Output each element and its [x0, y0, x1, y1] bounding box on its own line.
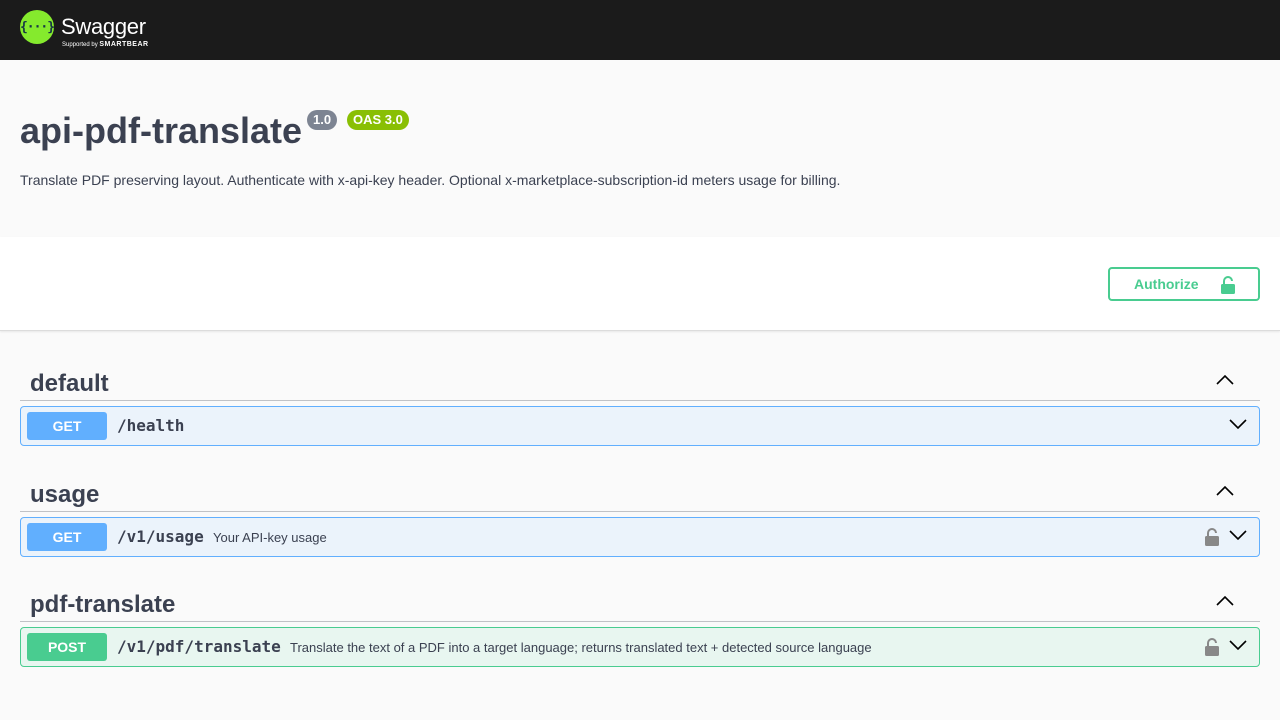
logo-sub-brand: SMARTBEAR [99, 41, 149, 48]
lock-icon[interactable] [1205, 528, 1219, 546]
tag-default[interactable]: default [20, 355, 1260, 401]
logo-title: Swagger [61, 14, 146, 39]
operation-path: /v1/pdf/translate [117, 637, 281, 656]
scheme-container: Authorize [0, 237, 1280, 331]
logo-sub-prefix: Supported by [62, 42, 100, 48]
chevron-up-icon[interactable] [1216, 486, 1234, 496]
unlocked-icon [1221, 276, 1235, 294]
tag-usage[interactable]: usage [20, 466, 1260, 512]
api-title: api-pdf-translate [20, 110, 303, 151]
operation-summary: Your API-key usage [213, 530, 327, 545]
tag-name: usage [30, 481, 100, 508]
operation-get-usage[interactable]: GET /v1/usage Your API-key usage [20, 517, 1260, 557]
version-badge: 1.0 [307, 110, 338, 130]
chevron-down-icon[interactable] [1229, 419, 1247, 429]
chevron-up-icon[interactable] [1216, 375, 1234, 385]
method-badge: POST [27, 633, 107, 661]
lock-icon[interactable] [1205, 638, 1219, 656]
api-info: api-pdf-translate 1.0 OAS 3.0 Translate … [0, 60, 1280, 237]
tag-name: pdf-translate [30, 591, 176, 618]
authorize-button[interactable]: Authorize [1108, 267, 1260, 301]
operation-summary: Translate the text of a PDF into a targe… [290, 640, 872, 655]
swagger-logo[interactable]: {···} Swagger Supported by SMARTBEAR [20, 10, 171, 50]
logo-subtitle: Supported by SMARTBEAR [62, 41, 149, 48]
authorize-label: Authorize [1134, 276, 1199, 292]
chevron-down-icon[interactable] [1229, 530, 1247, 540]
logo-text: Swagger Supported by SMARTBEAR [61, 10, 171, 50]
swagger-logo-icon: {···} [19, 10, 55, 44]
method-badge: GET [27, 523, 107, 551]
operation-get-health[interactable]: GET /health [20, 406, 1260, 446]
topbar: {···} Swagger Supported by SMARTBEAR [0, 0, 1280, 60]
logo-mark-text: {···} [19, 19, 55, 35]
chevron-down-icon[interactable] [1229, 640, 1247, 650]
tag-pdf-translate[interactable]: pdf-translate [20, 576, 1260, 622]
operation-path: /v1/usage [117, 527, 204, 546]
chevron-up-icon[interactable] [1216, 596, 1234, 606]
tag-name: default [30, 370, 109, 397]
operation-path: /health [117, 416, 185, 435]
method-badge: GET [27, 412, 107, 440]
oas-badge: OAS 3.0 [347, 110, 409, 130]
operation-post-pdf-translate[interactable]: POST /v1/pdf/translate Translate the tex… [20, 627, 1260, 667]
api-description: Translate PDF preserving layout. Authent… [20, 172, 841, 188]
